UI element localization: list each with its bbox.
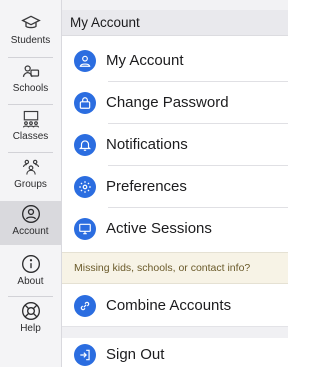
menu-item-label: Change Password: [106, 94, 229, 111]
top-strip: [62, 0, 288, 10]
section-gap: [62, 326, 288, 338]
sidebar-item-label: Groups: [14, 179, 47, 190]
sign-out-button[interactable]: Sign Out: [62, 338, 288, 367]
info-icon: [20, 253, 42, 275]
sidebar-item-account[interactable]: Account: [0, 201, 61, 245]
main-panel: My Account My Account Change Password No…: [62, 0, 288, 367]
divider: [8, 296, 53, 297]
menu-item-change-password[interactable]: Change Password: [62, 82, 288, 123]
lock-icon: [74, 91, 96, 114]
menu-item-notifications[interactable]: Notifications: [62, 124, 288, 165]
monitor-icon: [74, 217, 96, 240]
menu-item-preferences[interactable]: Preferences: [62, 166, 288, 207]
classroom-icon: [20, 108, 42, 130]
sidebar-item-label: Account: [12, 226, 49, 237]
school-icon: [20, 60, 42, 82]
sidebar-item-classes[interactable]: Classes: [0, 106, 61, 151]
divider: [8, 104, 53, 105]
menu-item-active-sessions[interactable]: Active Sessions: [62, 208, 288, 249]
sidebar-item-label: Students: [10, 35, 51, 46]
menu-item-label: Active Sessions: [106, 220, 212, 237]
menu-item-label: Notifications: [106, 136, 188, 153]
sidebar-item-label: Help: [20, 323, 41, 334]
gear-icon: [74, 175, 96, 198]
missing-info-notice[interactable]: Missing kids, schools, or contact info?: [62, 252, 288, 284]
sidebar-item-label: Schools: [12, 83, 49, 94]
graduation-cap-icon: [20, 12, 42, 34]
sidebar-item-schools[interactable]: Schools: [0, 58, 61, 103]
menu-item-label: Combine Accounts: [106, 297, 232, 314]
account-icon: [20, 203, 42, 225]
user-icon: [74, 49, 96, 72]
sidebar-item-label: Classes: [12, 131, 49, 142]
page-title: My Account: [62, 10, 288, 36]
lifebuoy-icon: [20, 300, 42, 322]
sidebar-item-help[interactable]: Help: [0, 298, 61, 343]
group-icon: [20, 156, 42, 178]
sidebar-item-label: About: [17, 276, 44, 287]
sidebar-item-groups[interactable]: Groups: [0, 154, 61, 199]
menu-item-label: Preferences: [106, 178, 187, 195]
sign-out-icon: [74, 344, 96, 366]
bell-icon: [74, 133, 96, 156]
link-icon: [74, 294, 96, 317]
sidebar: Students Schools Classes Groups Account …: [0, 0, 62, 367]
menu-item-my-account[interactable]: My Account: [62, 40, 288, 81]
divider: [8, 152, 53, 153]
sidebar-item-students[interactable]: Students: [0, 10, 61, 55]
menu-item-label: My Account: [106, 52, 184, 69]
menu-item-label: Sign Out: [106, 346, 165, 363]
sidebar-item-about[interactable]: About: [0, 251, 61, 296]
combine-accounts-button[interactable]: Combine Accounts: [62, 285, 288, 326]
